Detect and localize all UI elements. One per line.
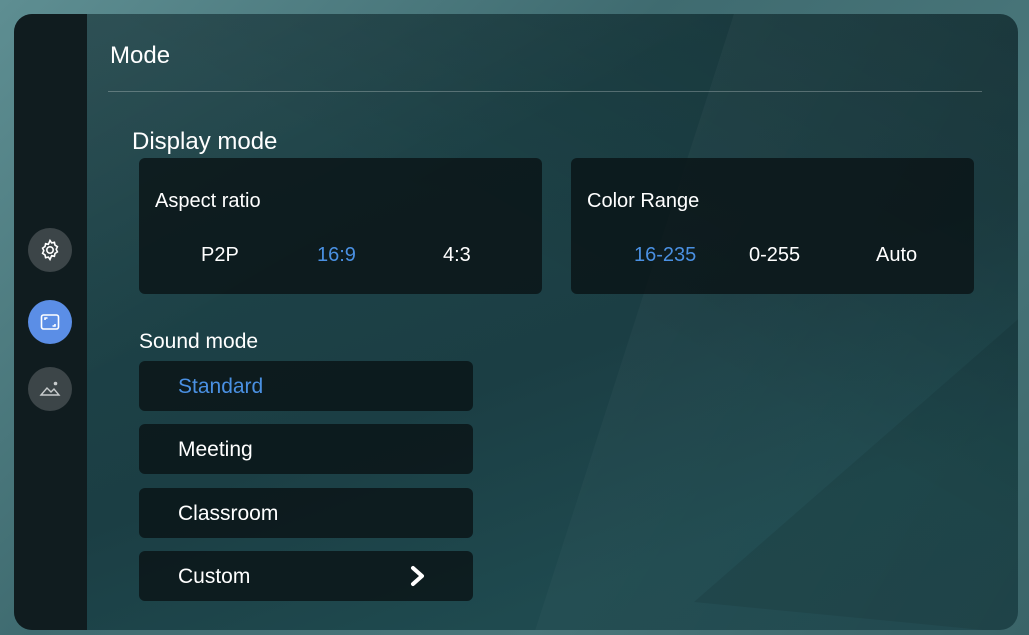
- sidebar-item-display[interactable]: [28, 300, 72, 344]
- aspect-ratio-card: Aspect ratio P2P 16:9 4:3: [139, 158, 542, 294]
- sound-item-meeting[interactable]: Meeting: [139, 424, 473, 474]
- color-range-label: Color Range: [587, 190, 700, 212]
- color-option-16-235[interactable]: 16-235: [634, 244, 696, 267]
- color-option-auto[interactable]: Auto: [876, 244, 917, 267]
- sound-mode-title: Sound mode: [139, 330, 259, 353]
- picture-mountain-icon: [39, 381, 61, 396]
- page-title: Mode: [110, 42, 171, 69]
- aspect-option-4-3[interactable]: 4:3: [443, 244, 471, 267]
- aspect-ratio-label: Aspect ratio: [155, 190, 261, 212]
- display-mode-title: Display mode: [132, 128, 278, 155]
- sound-item-standard[interactable]: Standard: [139, 361, 473, 411]
- sound-item-label: Classroom: [178, 502, 279, 525]
- settings-gear-icon: [41, 238, 59, 262]
- aspect-option-p2p[interactable]: P2P: [201, 244, 239, 267]
- sidebar-item-settings[interactable]: [28, 228, 72, 272]
- color-option-0-255[interactable]: 0-255: [749, 244, 800, 267]
- sound-item-label: Custom: [178, 565, 251, 588]
- color-range-card: Color Range 16-235 0-255 Auto: [571, 158, 974, 294]
- aspect-option-16-9[interactable]: 16:9: [317, 244, 356, 267]
- header-divider: [108, 91, 982, 92]
- sound-item-custom[interactable]: Custom: [139, 551, 473, 601]
- sound-item-label: Standard: [178, 375, 264, 398]
- sidebar-item-picture[interactable]: [28, 367, 72, 411]
- settings-panel: Mode Display mode Aspect ratio P2P 16:9 …: [14, 14, 1018, 630]
- sound-item-classroom[interactable]: Classroom: [139, 488, 473, 538]
- aspect-frame-icon: [40, 314, 60, 330]
- chevron-right-icon: [411, 566, 424, 586]
- sound-item-label: Meeting: [178, 438, 253, 461]
- sidebar: [14, 14, 87, 630]
